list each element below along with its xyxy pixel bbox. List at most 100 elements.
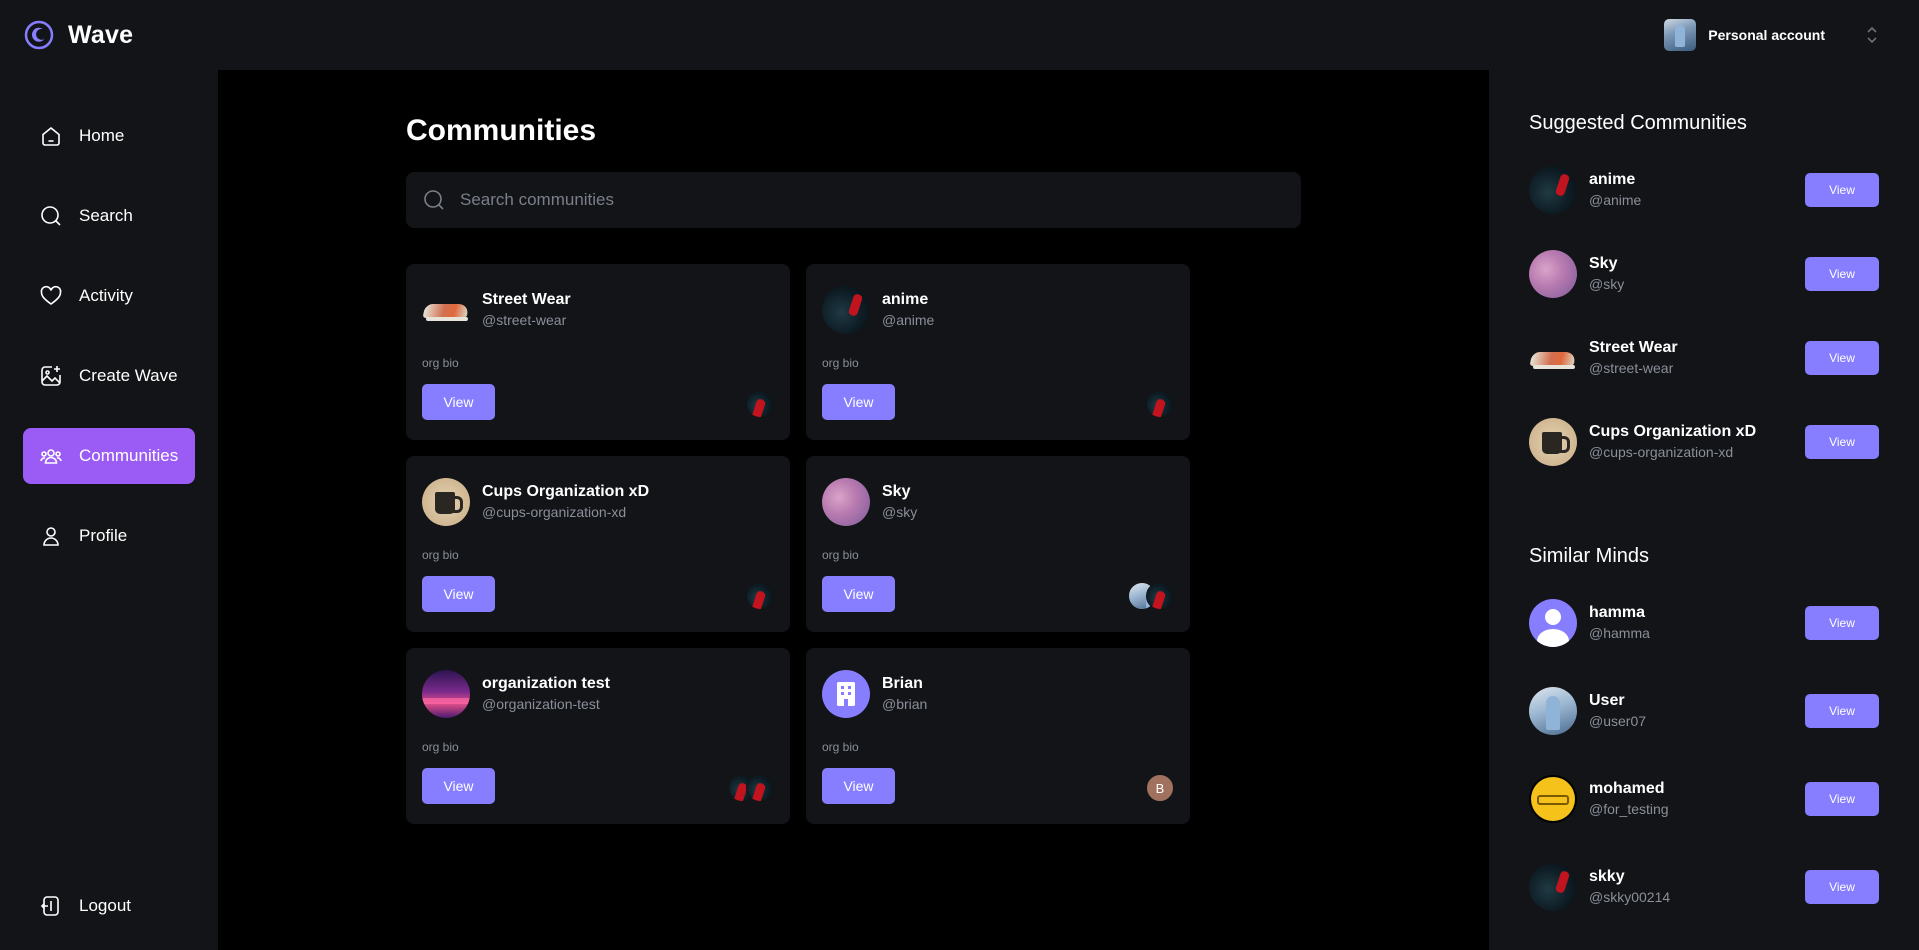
account-switcher[interactable]: Personal account [1664,19,1879,51]
community-bio: org bio [422,548,459,562]
logout-label: Logout [79,896,131,915]
community-bio: org bio [822,548,859,562]
view-button[interactable]: View [1805,257,1879,291]
community-handle: @organization-test [482,696,600,712]
neon-avatar [422,670,470,718]
similar-item: hamma @hamma View [1529,599,1879,647]
sidebar-item-label: Communities [79,446,179,465]
suggested-item: Sky @sky View [1529,250,1879,298]
similar-item: skky @skky00214 View [1529,863,1879,911]
view-button[interactable]: View [1805,173,1879,207]
similar-name: mohamed [1589,780,1665,797]
similar-name: User [1589,692,1625,709]
sidebar-item-home[interactable]: Home [23,108,195,164]
sidebar-item-label: Search [79,206,133,225]
community-card-cups-organization: Cups Organization xD @cups-organization-… [406,456,790,632]
user-icon [43,527,59,546]
member-avatars: B [1146,774,1174,802]
account-avatar [1664,19,1697,51]
page-title: Communities [406,114,597,147]
default-user-avatar [1529,599,1577,647]
create-image-icon [41,366,61,386]
view-button[interactable]: View [422,768,495,804]
member-avatar [746,582,774,610]
main-content: Communities Street Wear @street-wear org… [218,70,1489,950]
member-avatars [746,582,774,610]
member-avatar: B [1146,774,1174,802]
search-input[interactable] [460,190,1260,210]
community-handle: @sky [882,504,918,520]
community-name: Street Wear [482,291,571,308]
building-icon [837,682,855,706]
sneaker-avatar [422,286,470,334]
community-bio: org bio [822,740,859,754]
anime-avatar [1529,166,1577,214]
logout-button[interactable]: Logout [23,878,195,934]
view-button[interactable]: View [822,576,895,612]
sky-avatar [1529,250,1577,298]
member-avatar [1146,582,1174,610]
view-button[interactable]: View [822,768,895,804]
cup-avatar [422,478,470,526]
similar-item: mohamed @for_testing View [1529,775,1879,823]
emoji-avatar [1529,775,1577,823]
similar-name: skky [1589,868,1625,885]
similar-handle: @for_testing [1589,801,1669,817]
suggested-item: anime @anime View [1529,166,1879,214]
view-button[interactable]: View [422,576,495,612]
wave-logo-icon [24,20,54,50]
view-button[interactable]: View [1805,606,1879,640]
suggested-name: Cups Organization xD [1589,423,1757,440]
member-avatars [1146,390,1174,418]
sidebar-item-label: Activity [79,286,133,305]
suggested-handle: @sky [1589,276,1625,292]
sidebar-item-label: Create Wave [79,366,178,385]
member-avatar [1146,390,1174,418]
suggested-name: Sky [1589,255,1618,272]
cup-avatar [1529,418,1577,466]
community-handle: @street-wear [482,312,567,328]
community-bio: org bio [422,356,459,370]
sidebar-item-label: Profile [79,526,128,545]
view-button[interactable]: View [1805,782,1879,816]
community-name: Sky [882,483,911,500]
view-button[interactable]: View [1805,341,1879,375]
view-button[interactable]: View [1805,425,1879,459]
community-card-sky: Sky @sky org bio View [806,456,1190,632]
account-label: Personal account [1708,27,1825,43]
view-button[interactable]: View [422,384,495,420]
member-avatar [746,774,774,802]
brand[interactable]: Wave [24,20,133,50]
community-name: anime [882,291,929,308]
similar-handle: @user07 [1589,713,1647,729]
view-button[interactable]: View [1805,870,1879,904]
search-bar[interactable] [406,172,1301,228]
community-handle: @cups-organization-xd [482,504,627,520]
similar-item: User @user07 View [1529,687,1879,735]
sneaker-avatar [1529,334,1577,382]
sidebar-item-create-wave[interactable]: Create Wave [23,348,195,404]
community-handle: @anime [882,312,935,328]
view-button[interactable]: View [1805,694,1879,728]
view-button[interactable]: View [822,384,895,420]
community-card-organization-test: organization test @organization-test org… [406,648,790,824]
community-name: Cups Organization xD [482,483,650,500]
suggested-item: Cups Organization xD @cups-organization-… [1529,418,1879,466]
heart-icon [40,285,62,305]
right-panel: Suggested Communities anime @anime View … [1489,70,1919,950]
community-grid: Street Wear @street-wear org bio View an… [406,264,1190,824]
sidebar-item-communities[interactable]: Communities [23,428,195,484]
suggested-handle: @anime [1589,192,1642,208]
sidebar-item-activity[interactable]: Activity [23,268,195,324]
community-bio: org bio [822,356,859,370]
suggested-name: Street Wear [1589,339,1678,356]
building-avatar [822,670,870,718]
suggested-handle: @cups-organization-xd [1589,444,1734,460]
sidebar-item-profile[interactable]: Profile [23,508,195,564]
community-handle: @brian [882,696,928,712]
sidebar-item-search[interactable]: Search [23,188,195,244]
app-name: Wave [68,20,134,49]
sidebar-item-label: Home [79,126,125,145]
community-card-anime: anime @anime org bio View [806,264,1190,440]
community-card-street-wear: Street Wear @street-wear org bio View [406,264,790,440]
